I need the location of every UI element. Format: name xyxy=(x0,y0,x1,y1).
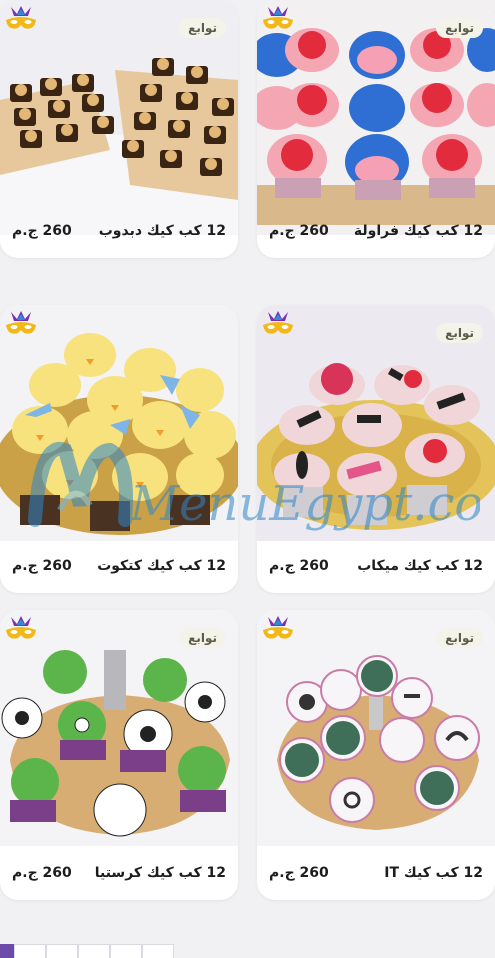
addons-badge[interactable]: توابع xyxy=(179,18,226,38)
page-link[interactable] xyxy=(110,944,142,958)
page-link[interactable] xyxy=(78,944,110,958)
carnival-mask-icon xyxy=(6,616,36,639)
carnival-mask-icon xyxy=(263,6,293,29)
product-name[interactable]: 12 كب كيك كتكوت xyxy=(97,558,226,574)
addons-badge[interactable]: توابع xyxy=(436,18,483,38)
product-name[interactable]: 12 كب كيك دبدوب xyxy=(99,223,226,239)
product-image xyxy=(0,305,238,541)
product-info: 12 كب كيك فراولة 260 ج.م xyxy=(257,203,495,258)
page-link[interactable] xyxy=(142,944,174,958)
carnival-mask-icon xyxy=(6,311,36,334)
product-price: 260 ج.م xyxy=(12,864,72,881)
product-price: 260 ج.م xyxy=(12,557,72,574)
product-card-football[interactable]: توابع 12 كب كيك كرستيا 260 ج.م xyxy=(0,610,238,900)
product-card-strawberry[interactable]: توابع 12 كب كيك فراولة 260 ج.م xyxy=(257,0,495,258)
carnival-mask-icon xyxy=(263,616,293,639)
product-card-it[interactable]: توابع 12 كب كيك IT 260 ج.م xyxy=(257,610,495,900)
product-info: 12 كب كيك كرستيا 260 ج.م xyxy=(0,845,238,900)
product-card-chick[interactable]: 12 كب كيك كتكوت 260 ج.م xyxy=(0,305,238,593)
product-info: 12 كب كيك IT 260 ج.م xyxy=(257,845,495,900)
product-info: 12 كب كيك كتكوت 260 ج.م xyxy=(0,538,238,593)
product-card-teddy[interactable]: توابع 12 كب كيك دبدوب 260 ج.م xyxy=(0,0,238,258)
product-info: 12 كب كيك ميكاب 260 ج.م xyxy=(257,538,495,593)
product-name[interactable]: 12 كب كيك فراولة xyxy=(354,223,483,239)
product-name[interactable]: 12 كب كيك IT xyxy=(384,865,483,881)
product-card-makeup[interactable]: توابع 12 كب كيك ميكاب 260 ج.م xyxy=(257,305,495,593)
page-link[interactable] xyxy=(14,944,46,958)
product-price: 260 ج.م xyxy=(269,864,329,881)
product-price: 260 ج.م xyxy=(269,222,329,239)
addons-badge[interactable]: توابع xyxy=(436,628,483,648)
pagination xyxy=(0,944,230,958)
carnival-mask-icon xyxy=(6,6,36,29)
carnival-mask-icon xyxy=(263,311,293,334)
product-price: 260 ج.م xyxy=(269,557,329,574)
product-name[interactable]: 12 كب كيك كرستيا xyxy=(95,865,226,881)
page-link-current[interactable] xyxy=(0,944,14,958)
product-price: 260 ج.م xyxy=(12,222,72,239)
addons-badge[interactable]: توابع xyxy=(436,323,483,343)
page-link[interactable] xyxy=(46,944,78,958)
addons-badge[interactable]: توابع xyxy=(179,628,226,648)
product-name[interactable]: 12 كب كيك ميكاب xyxy=(357,558,483,574)
product-info: 12 كب كيك دبدوب 260 ج.م xyxy=(0,203,238,258)
